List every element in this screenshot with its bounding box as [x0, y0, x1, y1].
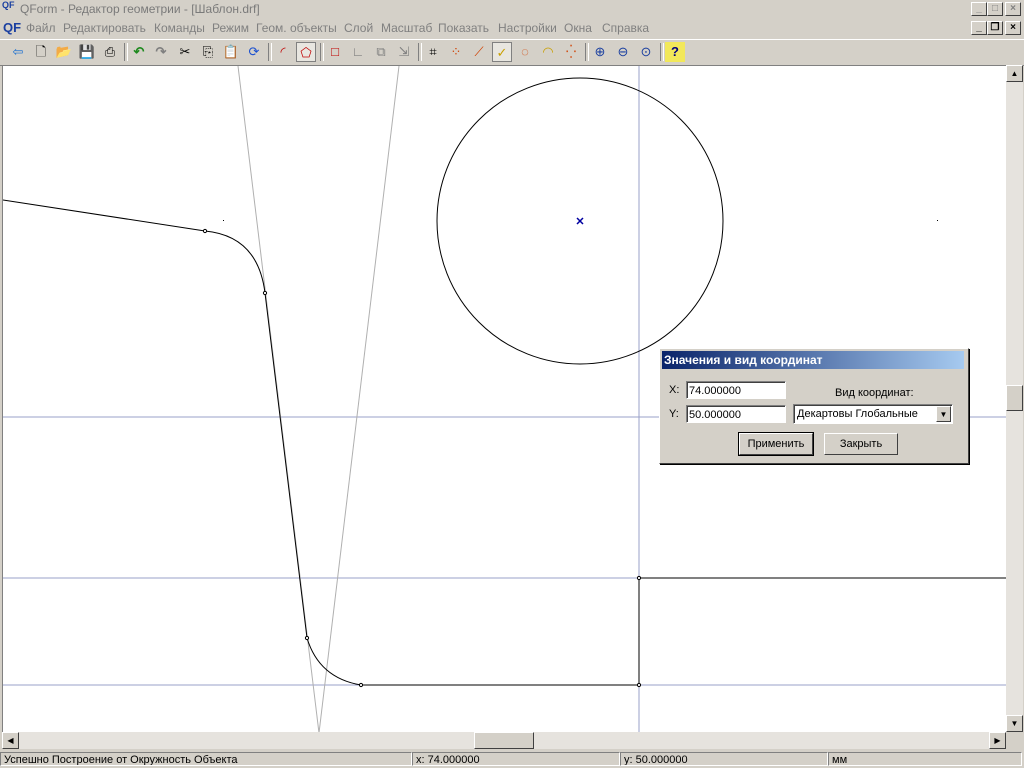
contour-nodes[interactable]: [202, 228, 642, 688]
zoom-out-icon[interactable]: ⊖: [613, 42, 633, 62]
horizontal-scrollbar[interactable]: ◀ ▶: [2, 732, 1006, 749]
x-coordinate-field[interactable]: 74.000000: [686, 381, 786, 399]
x-label: X:: [669, 384, 680, 396]
vertical-scrollbar[interactable]: ▲ ▼: [1006, 65, 1023, 732]
scroll-corner: [1006, 732, 1023, 749]
open-file-icon[interactable]: 📂: [54, 42, 74, 62]
menu-commands[interactable]: Команды: [154, 21, 205, 35]
status-message: Успешно Построение от Окружность Объекта: [0, 752, 412, 766]
toolbar-separator: [320, 43, 324, 61]
zoom-in-icon[interactable]: ⊕: [590, 42, 610, 62]
help-icon[interactable]: ?: [665, 42, 685, 62]
menu-bar: QF Файл Редактировать Команды Режим Геом…: [0, 18, 1024, 38]
document-icon[interactable]: QF: [3, 20, 21, 35]
mdi-restore-button[interactable]: ❐: [987, 21, 1003, 35]
cut-icon[interactable]: ✂: [175, 42, 195, 62]
mdi-close-button[interactable]: ×: [1005, 21, 1021, 35]
minimize-button[interactable]: _: [971, 2, 987, 16]
menu-windows[interactable]: Окна: [564, 21, 592, 35]
dialog-title[interactable]: Значения и вид координат: [662, 351, 964, 369]
app-icon: QF: [2, 0, 15, 10]
move-icon[interactable]: ⇲: [394, 42, 414, 62]
menu-layer[interactable]: Слой: [344, 21, 373, 35]
close-dialog-button[interactable]: Закрыть: [824, 433, 898, 455]
new-file-icon[interactable]: 🗋: [31, 42, 51, 62]
refresh-icon[interactable]: ⟳: [244, 42, 264, 62]
scroll-down-arrow-icon[interactable]: ▼: [1006, 715, 1023, 732]
menu-scale[interactable]: Масштаб: [381, 21, 432, 35]
y-coordinate-field[interactable]: 50.000000: [686, 405, 786, 423]
chevron-down-icon[interactable]: ▼: [936, 406, 951, 422]
toolbar-separator: [418, 43, 422, 61]
exit-icon[interactable]: ⇦: [8, 42, 28, 62]
coord-type-select[interactable]: Декартовы Глобальные ▼: [793, 404, 953, 424]
scroll-up-arrow-icon[interactable]: ▲: [1006, 65, 1023, 82]
title-bar: QF QForm - Редактор геометрии - [Шаблон.…: [0, 0, 1024, 18]
vertical-scroll-thumb[interactable]: [1006, 385, 1023, 411]
mdi-minimize-button[interactable]: _: [971, 21, 987, 35]
menu-geom-objects[interactable]: Геом. объекты: [256, 21, 337, 35]
corner-icon[interactable]: ∟: [348, 42, 368, 62]
coord-type-value: Декартовы Глобальные: [797, 408, 918, 420]
print-icon[interactable]: ⎙: [100, 42, 120, 62]
status-x-coordinate: x: 74.000000: [412, 752, 620, 766]
y-label: Y:: [669, 408, 679, 420]
toolbar-separator: [268, 43, 272, 61]
line-snap-icon[interactable]: ⟋: [469, 42, 489, 62]
menu-settings[interactable]: Настройки: [498, 21, 557, 35]
status-bar: Успешно Построение от Окружность Объекта…: [0, 750, 1024, 768]
undo-icon[interactable]: ↶: [129, 42, 149, 62]
toolbar-separator: [660, 43, 664, 61]
arc-icon[interactable]: ◜: [273, 42, 293, 62]
menu-show[interactable]: Показать: [438, 21, 489, 35]
circle-center-marker: [576, 217, 584, 225]
coordinate-dialog: Значения и вид координат X: 74.000000 Y:…: [659, 348, 969, 464]
arc-snap-icon[interactable]: ◠: [538, 42, 558, 62]
status-units: мм: [828, 752, 1022, 766]
save-icon[interactable]: 💾: [77, 42, 97, 62]
status-y-coordinate: y: 50.000000: [620, 752, 828, 766]
maximize-button[interactable]: □: [987, 2, 1003, 16]
rectangle-icon[interactable]: □: [325, 42, 345, 62]
construction-line: [318, 66, 400, 733]
circle-snap-icon[interactable]: ◌: [515, 42, 535, 62]
menu-mode[interactable]: Режим: [212, 21, 249, 35]
check-snap-icon[interactable]: ✓: [492, 42, 512, 62]
window-title: QForm - Редактор геометрии - [Шаблон.drf…: [20, 2, 260, 16]
point-snap-icon[interactable]: ⁘: [446, 42, 466, 62]
toolbar-separator: [585, 43, 589, 61]
copy-icon[interactable]: ⎘: [198, 42, 218, 62]
apply-button[interactable]: Применить: [738, 432, 814, 456]
coord-type-label: Вид координат:: [835, 387, 914, 399]
node-snap-icon[interactable]: ⁛: [561, 42, 581, 62]
toolbar-separator: [124, 43, 128, 61]
paste-icon[interactable]: 📋: [221, 42, 241, 62]
group-icon[interactable]: ⧉: [371, 42, 391, 62]
redo-icon[interactable]: ↷: [151, 42, 171, 62]
zoom-window-icon[interactable]: ⊙: [636, 42, 656, 62]
menu-edit[interactable]: Редактировать: [63, 21, 146, 35]
polygon-icon[interactable]: ⬠: [296, 42, 316, 62]
close-button[interactable]: ×: [1005, 2, 1021, 16]
toolbar: ⇦ 🗋 📂 💾 ⎙ ↶ ↷ ✂ ⎘ 📋 ⟳ ◜ ⬠ □ ∟ ⧉ ⇲ ⌗ ⁘ ⟋ …: [0, 39, 1024, 66]
scroll-right-arrow-icon[interactable]: ▶: [989, 732, 1006, 749]
menu-file[interactable]: Файл: [26, 21, 56, 35]
trim-icon[interactable]: ⌗: [423, 42, 443, 62]
horizontal-scroll-thumb[interactable]: [474, 732, 534, 749]
menu-help[interactable]: Справка: [602, 21, 649, 35]
scroll-left-arrow-icon[interactable]: ◀: [2, 732, 19, 749]
